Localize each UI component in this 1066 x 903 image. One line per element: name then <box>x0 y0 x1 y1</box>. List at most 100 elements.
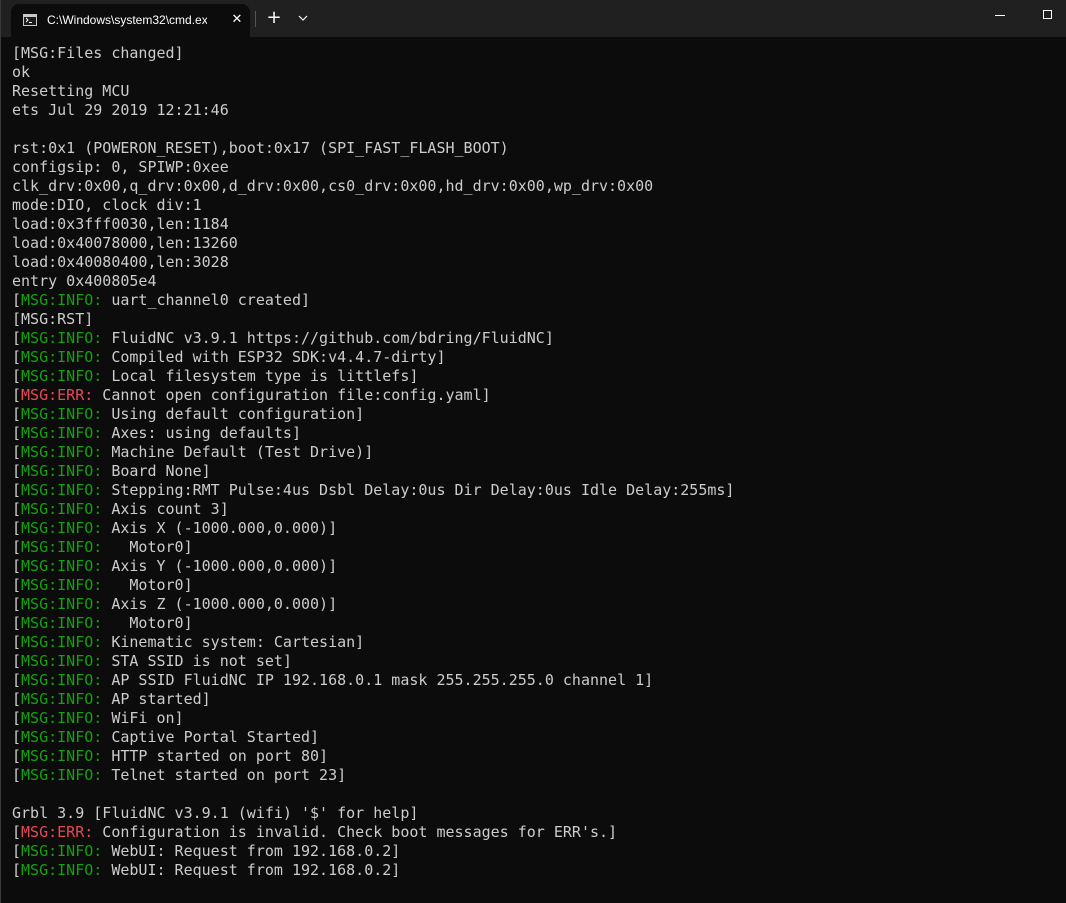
msg-info-tag: MSG:INFO: <box>21 405 103 423</box>
msg-info-tag: MSG:INFO: <box>21 462 103 480</box>
bracket: [ <box>12 671 22 689</box>
console-line: entry 0x400805e4 <box>12 272 1062 291</box>
bracket: [ <box>12 424 22 442</box>
console-line: [MSG:INFO: AP started] <box>12 690 1062 709</box>
console-line: [MSG:ERR: Cannot open configuration file… <box>12 386 1062 405</box>
tab-cmd[interactable]: C:\Windows\system32\cmd.exe ✕ <box>11 4 250 37</box>
minimize-button[interactable] <box>977 0 1023 32</box>
console-line: [MSG:ERR: Configuration is invalid. Chec… <box>12 823 1062 842</box>
console-line: load:0x3fff0030,len:1184 <box>12 215 1062 234</box>
msg-info-tag: MSG:INFO: <box>21 500 103 518</box>
console-line-text: HTTP started on port 80] <box>102 747 329 765</box>
bracket: [ <box>12 462 22 480</box>
console-line: [MSG:INFO: Axes: using defaults] <box>12 424 1062 443</box>
msg-info-tag: MSG:INFO: <box>21 348 103 366</box>
console-line: mode:DIO, clock div:1 <box>12 196 1062 215</box>
console-line-text: Axis X (-1000.000,0.000)] <box>102 519 338 537</box>
console-line: [MSG:INFO: Motor0] <box>12 576 1062 595</box>
console-line-text: Telnet started on port 23] <box>102 766 347 784</box>
console-line-text: Kinematic system: Cartesian] <box>102 633 365 651</box>
console-line: [MSG:INFO: Motor0] <box>12 538 1062 557</box>
terminal-window: C:\Windows\system32\cmd.exe ✕ + [MSG:Fil… <box>0 0 1066 903</box>
msg-err-tag: MSG:ERR: <box>21 386 94 404</box>
console-line-text: Compiled with ESP32 SDK:v4.4.7-dirty] <box>102 348 446 366</box>
msg-info-tag: MSG:INFO: <box>21 291 103 309</box>
new-tab-button[interactable]: + <box>263 6 285 30</box>
bracket: [ <box>12 823 22 841</box>
console-line-text: mode:DIO, clock div:1 <box>12 196 202 214</box>
console-line: [MSG:INFO: Stepping:RMT Pulse:4us Dsbl D… <box>12 481 1062 500</box>
console-output[interactable]: [MSG:Files changed] ok Resetting MCU ets Ju… <box>12 44 1062 899</box>
console-line: load:0x40078000,len:13260 <box>12 234 1062 253</box>
console-line: [MSG:Files changed] <box>12 44 1062 63</box>
console-line: ok <box>12 63 1062 82</box>
msg-info-tag: MSG:INFO: <box>21 424 103 442</box>
console-line-text: load:0x40078000,len:13260 <box>12 234 238 252</box>
bracket: [ <box>12 709 22 727</box>
bracket: [ <box>12 481 22 499</box>
tab-close-icon[interactable]: ✕ <box>229 11 245 29</box>
console-line-text: ok <box>12 63 31 81</box>
msg-info-tag: MSG:INFO: <box>21 443 103 461</box>
console-line-text: ets Jul 29 2019 12:21:46 <box>12 101 229 119</box>
console-line: [MSG:INFO: Telnet started on port 23] <box>12 766 1062 785</box>
console-line: [MSG:INFO: Axis X (-1000.000,0.000)] <box>12 519 1062 538</box>
console-line-text: Motor0] <box>102 614 193 632</box>
msg-info-tag: MSG:INFO: <box>21 709 103 727</box>
msg-info-tag: MSG:INFO: <box>21 614 103 632</box>
bracket: [ <box>12 367 22 385</box>
bracket: [ <box>12 766 22 784</box>
console-line-text: WiFi on] <box>102 709 184 727</box>
console-line-text: [MSG:Files changed] <box>12 44 184 62</box>
console-line: Resetting MCU <box>12 82 1062 101</box>
tab-title: C:\Windows\system32\cmd.exe <box>47 13 207 27</box>
console-line-text: AP started] <box>102 690 211 708</box>
msg-info-tag: MSG:INFO: <box>21 652 103 670</box>
console-line-text: Resetting MCU <box>12 82 130 100</box>
chevron-down-icon[interactable] <box>293 8 313 28</box>
console-line: configsip: 0, SPIWP:0xee <box>12 158 1062 177</box>
console-line: [MSG:INFO: HTTP started on port 80] <box>12 747 1062 766</box>
console-line-text: Axis Y (-1000.000,0.000)] <box>102 557 338 575</box>
bracket: [ <box>12 728 22 746</box>
console-line: [MSG:INFO: Motor0] <box>12 614 1062 633</box>
console-line-text: uart_channel0 created] <box>102 291 311 309</box>
bracket: [ <box>12 443 22 461</box>
console-line-text: Captive Portal Started] <box>102 728 320 746</box>
cmd-icon <box>23 14 37 26</box>
maximize-button[interactable] <box>1023 0 1066 32</box>
bracket: [ <box>12 633 22 651</box>
bracket: [ <box>12 747 22 765</box>
msg-info-tag: MSG:INFO: <box>21 538 103 556</box>
console-line: [MSG:INFO: FluidNC v3.9.1 https://github… <box>12 329 1062 348</box>
console-line: [MSG:INFO: uart_channel0 created] <box>12 291 1062 310</box>
msg-info-tag: MSG:INFO: <box>21 728 103 746</box>
title-bar[interactable]: C:\Windows\system32\cmd.exe ✕ + <box>1 0 1066 37</box>
console-line: [MSG:INFO: WiFi on] <box>12 709 1062 728</box>
bracket: [ <box>12 538 22 556</box>
minimize-icon <box>995 15 1005 16</box>
console-line: [MSG:INFO: Local filesystem type is litt… <box>12 367 1062 386</box>
console-line-text: clk_drv:0x00,q_drv:0x00,d_drv:0x00,cs0_d… <box>12 177 654 195</box>
bracket: [ <box>12 842 22 860</box>
console-line: [MSG:RST] <box>12 310 1062 329</box>
msg-info-tag: MSG:INFO: <box>21 671 103 689</box>
console-line-text: Motor0] <box>102 576 193 594</box>
console-line: [MSG:INFO: Axis Y (-1000.000,0.000)] <box>12 557 1062 576</box>
console-line-text: configsip: 0, SPIWP:0xee <box>12 158 229 176</box>
msg-info-tag: MSG:INFO: <box>21 519 103 537</box>
console-line-text: Machine Default (Test Drive)] <box>102 443 374 461</box>
console-line: ets Jul 29 2019 12:21:46 <box>12 101 1062 120</box>
console-line: load:0x40080400,len:3028 <box>12 253 1062 272</box>
console-line-text: Axes: using defaults] <box>102 424 301 442</box>
msg-info-tag: MSG:INFO: <box>21 329 103 347</box>
console-line-text: Grbl 3.9 [FluidNC v3.9.1 (wifi) '$' for … <box>12 804 419 822</box>
bracket: [ <box>12 519 22 537</box>
console-line-text: Board None] <box>102 462 211 480</box>
bracket: [ <box>12 576 22 594</box>
console-line-text: Configuration is invalid. Check boot mes… <box>93 823 618 841</box>
bracket: [ <box>12 557 22 575</box>
console-line-text: load:0x3fff0030,len:1184 <box>12 215 229 233</box>
console-line: Grbl 3.9 [FluidNC v3.9.1 (wifi) '$' for … <box>12 804 1062 823</box>
